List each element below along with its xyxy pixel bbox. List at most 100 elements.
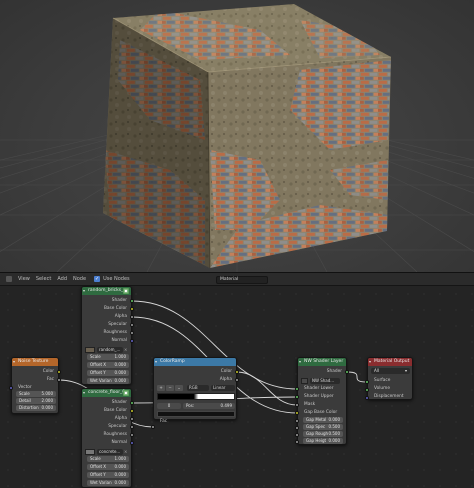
color-ramp-gradient[interactable] xyxy=(157,393,235,400)
socket-mixer-input-6[interactable] xyxy=(295,426,299,430)
scale-field[interactable]: Scale 1.000 xyxy=(87,354,129,360)
node-nw-shader-layer[interactable]: NW Shader Layer Shader NW Shad... Shader… xyxy=(297,357,347,445)
group-name-field[interactable]: NW Shad... xyxy=(310,377,340,384)
image-name-field[interactable]: concrete... xyxy=(97,448,123,455)
socket-label-shader: Shader xyxy=(326,369,342,374)
add-stop-icon[interactable]: + xyxy=(157,385,165,391)
node-concrete-floor[interactable]: concrete_floor_0... ▣ Shader Base Color … xyxy=(81,388,132,488)
socket-normal-output[interactable] xyxy=(130,339,134,343)
field-value: 0.500 xyxy=(328,431,340,436)
offset-x-field[interactable]: Offset X 0.000 xyxy=(87,464,129,470)
field-label: Offset Y xyxy=(90,472,106,477)
distortion-field[interactable]: Distortion 0.000 xyxy=(16,405,56,411)
group-selector[interactable]: NW Shad... xyxy=(301,377,340,384)
image-selector[interactable]: random_... × xyxy=(85,346,127,353)
menu-view[interactable]: View xyxy=(18,276,30,282)
brick-material-cube[interactable] xyxy=(0,0,474,272)
socket-roughness-output[interactable] xyxy=(130,433,134,437)
node-header[interactable]: concrete_floor_0... ▣ xyxy=(82,389,131,397)
image-selector[interactable]: concrete... × xyxy=(85,448,127,455)
detail-field[interactable]: Detail 2.000 xyxy=(16,398,56,404)
socket-specular-output[interactable] xyxy=(130,323,134,327)
node-header[interactable]: Noise Texture xyxy=(12,358,58,366)
material-selector[interactable]: ▾ Material × xyxy=(216,276,268,284)
socket-mixer-input-2[interactable] xyxy=(295,395,299,399)
node-noise-texture[interactable]: Noise Texture Color Fac Vector Scale 5.00… xyxy=(11,357,59,414)
gap-rough-field[interactable]: Gap Rough 0.500 xyxy=(303,431,343,437)
socket-roughness-output[interactable] xyxy=(130,331,134,335)
remove-stop-icon[interactable]: − xyxy=(166,385,174,391)
socket-mixer-input-7[interactable] xyxy=(295,433,299,437)
node-group-icon[interactable]: ▣ xyxy=(123,390,129,396)
interpolation-select[interactable]: Linear xyxy=(211,385,235,391)
socket-shader-output[interactable] xyxy=(130,401,134,405)
socket-color-output[interactable] xyxy=(235,370,239,374)
use-nodes-toggle[interactable]: ✓ Use Nodes xyxy=(94,276,130,282)
socket-mixer-input-1[interactable] xyxy=(295,387,299,391)
close-icon[interactable]: × xyxy=(124,449,127,454)
socket-mixer-input-8[interactable] xyxy=(295,440,299,444)
menu-add[interactable]: Add xyxy=(57,276,67,282)
offset-y-field[interactable]: Offset Y 0.000 xyxy=(87,472,129,478)
socket-base-color-output[interactable] xyxy=(130,409,134,413)
node-header[interactable]: Material Output xyxy=(368,358,412,366)
node-color-ramp[interactable]: ColorRamp Color Alpha + − ⌄ RGB Linear 0… xyxy=(153,357,237,424)
3d-viewport[interactable] xyxy=(0,0,474,272)
output-target-select[interactable]: All ▾ xyxy=(371,368,410,374)
material-name-field[interactable]: Material xyxy=(216,276,268,284)
node-tree-icon[interactable] xyxy=(301,377,308,384)
node-material-output[interactable]: Material Output All ▾ Surface Volume Disp… xyxy=(367,357,413,400)
checkbox-checked-icon[interactable]: ✓ xyxy=(94,276,101,282)
socket-shader-output[interactable] xyxy=(130,299,134,303)
editor-type-icon[interactable] xyxy=(6,276,12,282)
gap-spec-field[interactable]: Gap Spec 0.500 xyxy=(303,424,343,430)
socket-fac-output[interactable] xyxy=(57,378,61,382)
wet-variance-field[interactable]: Wet Varian 0.000 xyxy=(87,378,129,384)
socket-alpha-output[interactable] xyxy=(130,315,134,319)
image-name-field[interactable]: random_... xyxy=(97,346,123,353)
image-thumbnail[interactable] xyxy=(85,346,95,353)
socket-mixer-input-5[interactable] xyxy=(295,419,299,423)
node-header[interactable]: NW Shader Layer xyxy=(298,358,346,366)
node-random-bricks[interactable]: random_bricks_... ▣ Shader Base Color Al… xyxy=(81,286,132,385)
socket-volume-input[interactable] xyxy=(365,388,369,392)
socket-surface-input[interactable] xyxy=(365,380,369,384)
node-title: NW Shader Layer xyxy=(304,359,344,364)
node-editor-canvas[interactable]: random_bricks_... ▣ Shader Base Color Al… xyxy=(0,286,474,488)
field-value: 2.000 xyxy=(41,398,53,403)
position-field[interactable]: Pos: 0.499 xyxy=(183,403,235,409)
menu-node[interactable]: Node xyxy=(73,276,86,282)
socket-base-color-output[interactable] xyxy=(130,307,134,311)
gap-metal-field[interactable]: Gap Metal 0.000 xyxy=(303,417,343,423)
field-value: All xyxy=(374,368,379,373)
socket-fac-input[interactable] xyxy=(151,425,155,429)
socket-mixer-input-4[interactable] xyxy=(295,411,299,415)
scale-field[interactable]: Scale 1.000 xyxy=(87,456,129,462)
stop-index-field[interactable]: 0 xyxy=(157,403,181,409)
node-header[interactable]: random_bricks_... ▣ xyxy=(82,287,131,295)
socket-vector-input[interactable] xyxy=(9,386,13,390)
stop-color-swatch[interactable] xyxy=(157,411,235,417)
color-mode-select[interactable]: RGB xyxy=(187,385,209,391)
image-thumbnail[interactable] xyxy=(85,448,95,455)
offset-y-field[interactable]: Offset Y 0.000 xyxy=(87,370,129,376)
scale-field[interactable]: Scale 5.000 xyxy=(16,391,56,397)
socket-shader-output[interactable] xyxy=(345,370,349,374)
socket-displacement-input[interactable] xyxy=(365,396,369,400)
offset-x-field[interactable]: Offset X 0.000 xyxy=(87,362,129,368)
socket-color-output[interactable] xyxy=(57,370,61,374)
menu-select[interactable]: Select xyxy=(36,276,51,282)
socket-normal-output[interactable] xyxy=(130,441,134,445)
node-group-icon[interactable]: ▣ xyxy=(123,288,129,294)
ramp-menu-icon[interactable]: ⌄ xyxy=(175,385,183,391)
field-label: Offset Y xyxy=(90,370,106,375)
node-header[interactable]: ColorRamp xyxy=(154,358,236,366)
field-label: Wet Varian xyxy=(90,378,112,383)
socket-mixer-input-3[interactable] xyxy=(295,403,299,407)
socket-alpha-output[interactable] xyxy=(235,378,239,382)
wet-variance-field[interactable]: Wet Varian 0.000 xyxy=(87,480,129,486)
gap-height-field[interactable]: Gap Heigt 0.000 xyxy=(303,438,343,444)
socket-alpha-output[interactable] xyxy=(130,417,134,421)
socket-specular-output[interactable] xyxy=(130,425,134,429)
close-icon[interactable]: × xyxy=(124,347,127,352)
